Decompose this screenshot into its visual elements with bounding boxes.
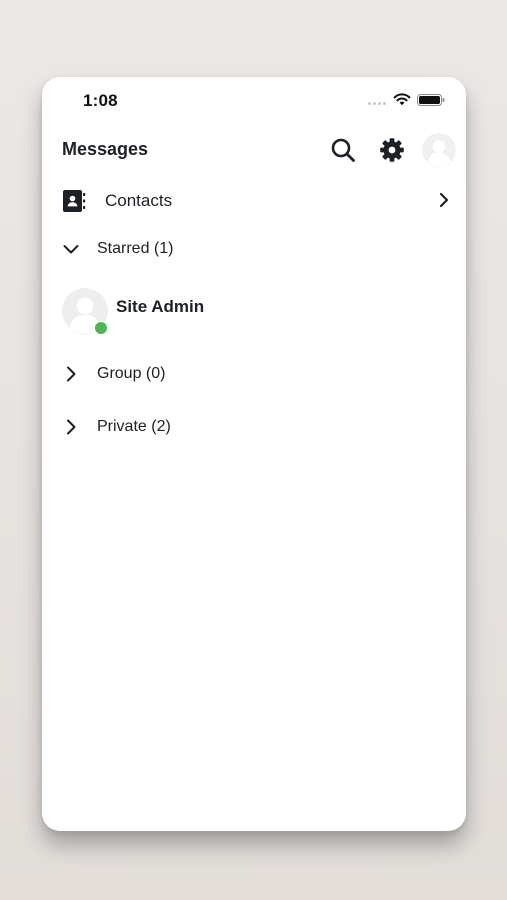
search-icon [331, 138, 355, 162]
chevron-right-icon [439, 192, 449, 208]
conversation-item[interactable]: Site Admin [42, 285, 466, 335]
phone-frame: 1:08 Messages Contacts Starred (1) Site … [42, 77, 466, 831]
private-section-toggle[interactable]: Private (2) [42, 409, 466, 445]
messages-header: Messages [42, 127, 466, 173]
avatar [422, 133, 456, 167]
settings-button[interactable] [377, 135, 407, 165]
chevron-right-icon [67, 419, 76, 435]
search-button[interactable] [328, 135, 358, 165]
contacts-link[interactable]: Contacts [42, 181, 466, 219]
group-section-label: Group (0) [97, 365, 166, 382]
contacts-label: Contacts [105, 191, 173, 210]
starred-section-toggle[interactable]: Starred (1) [42, 231, 466, 267]
user-avatar-button[interactable] [422, 133, 456, 167]
online-status-indicator [94, 321, 108, 335]
gear-icon [380, 138, 404, 162]
status-time: 1:08 [83, 91, 118, 110]
chevron-right-icon [67, 366, 76, 382]
status-bar: 1:08 [42, 77, 466, 123]
address-book-icon [63, 190, 86, 212]
page-title: Messages [62, 139, 149, 159]
group-section-toggle[interactable]: Group (0) [42, 356, 466, 392]
chevron-down-icon [63, 245, 79, 254]
private-section-label: Private (2) [97, 418, 171, 435]
starred-section-label: Starred (1) [97, 240, 174, 257]
conversation-name: Site Admin [116, 297, 205, 316]
battery-icon [417, 94, 445, 106]
signal-icon [368, 102, 386, 105]
wifi-icon [393, 93, 411, 106]
